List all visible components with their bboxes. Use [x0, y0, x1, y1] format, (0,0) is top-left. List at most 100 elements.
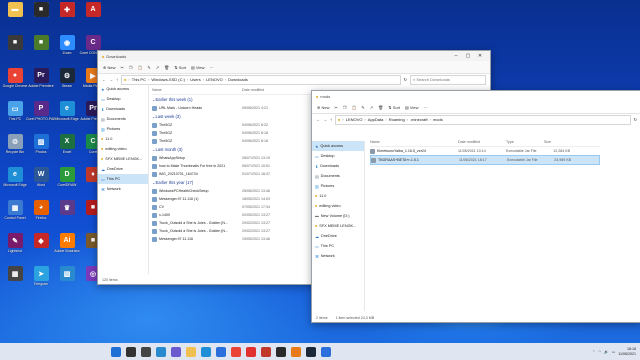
nav-item[interactable]: ★ Quick access [98, 84, 148, 94]
desktop-icon[interactable]: ✚ [52, 2, 82, 32]
chat-icon[interactable] [170, 346, 181, 357]
delete-icon[interactable]: 🗑 [378, 105, 383, 110]
chrome-icon[interactable] [230, 346, 241, 357]
nav-item[interactable]: ▭ Desktop [312, 151, 364, 161]
file-row[interactable]: The5GZ 04/06/2021 6:18 [152, 129, 312, 137]
file-row[interactable]: IMG_20210701_164734 01/07/2021 16:47 [152, 170, 312, 178]
close-icon[interactable]: ✕ [474, 53, 486, 59]
app-icon[interactable] [260, 346, 271, 357]
column-header[interactable]: Name [152, 88, 242, 92]
nav-item[interactable]: ☁ OneDrive [98, 164, 148, 174]
column-header[interactable]: Date modified [458, 140, 506, 144]
battery-icon[interactable]: ▭ [612, 350, 615, 354]
sort-button[interactable]: ⇅ Sort [388, 105, 400, 110]
app2-icon[interactable] [275, 346, 286, 357]
address-bar[interactable]: ■ › LENOVO › AppData › Roaming › .minecraft › mods [335, 114, 631, 125]
file-row[interactable]: Messenger.97.11.116 19/05/2021 13:46 [152, 235, 312, 243]
address-bar[interactable]: ■ › This PC › Windows-SSD (C:) › Users › LENOVO ›… [121, 74, 401, 85]
file-row[interactable]: how to Make Thumbnails For free in 2021 0… [152, 162, 312, 170]
breadcrumb-item[interactable]: mods [433, 117, 443, 122]
nav-item[interactable]: ⬇ Downloads [312, 161, 364, 171]
up-icon[interactable]: ↑ [330, 117, 332, 122]
nav-item[interactable]: ⌘ Network [98, 184, 148, 194]
start-icon[interactable] [110, 346, 121, 357]
volume-icon[interactable]: 🔊 [604, 350, 608, 354]
minimize-icon[interactable]: – [450, 53, 462, 59]
chevron-up-icon[interactable]: ⌃ [592, 350, 595, 354]
nav-item[interactable]: ▭ This PC [312, 241, 364, 251]
column-header[interactable]: Type [506, 140, 544, 144]
refresh-icon[interactable]: ↻ [404, 77, 407, 82]
nav-item[interactable]: ▨ Pictures [312, 181, 364, 191]
nav-item[interactable]: ▭ Desktop [98, 94, 148, 104]
nav-item[interactable]: ■ editing video [98, 144, 148, 154]
nav-item[interactable]: ■ 11.0 [312, 191, 364, 201]
file-row[interactable]: TBGRAAS+BETA+r-1.5.1 11/06/2021 18:17 Exec… [370, 155, 600, 165]
breadcrumb-item[interactable]: AppData [368, 117, 384, 122]
nav-item[interactable]: ■ 11.0 [98, 134, 148, 144]
file-row[interactable]: URL Mark - Unicorn Heads 09/06/2021 4:21 [152, 104, 312, 112]
view-button[interactable]: ▤ View [191, 65, 205, 70]
view-button[interactable]: ▤ View [405, 105, 419, 110]
rename-icon[interactable]: ✎ [147, 65, 150, 70]
clock[interactable]: 18:18 11/06/2021 [618, 347, 636, 356]
title-bar[interactable]: ■ mods [312, 91, 640, 101]
file-row[interactable]: Truck_Outsold a She is Jules - Golden [N… [152, 219, 312, 227]
group-header[interactable]: ⌄ Last week (3) [152, 112, 312, 121]
file-row[interactable]: WindowsPCHealthCheckSetup 25/06/2021 13:4… [152, 187, 312, 195]
file-row[interactable]: Messenger.97.11.116 (1) 18/05/2021 14:03 [152, 195, 312, 203]
share-icon[interactable]: ↗ [370, 105, 373, 110]
column-header[interactable]: Size [544, 140, 570, 144]
file-row[interactable]: KimetsunoYaiba_1.16.5_ver24 11/05/2021 10… [370, 147, 600, 155]
search-input[interactable]: ⌕ Search Downloads [410, 74, 486, 85]
file-row[interactable]: CV 07/05/2021 17:34 [152, 203, 312, 211]
search-icon[interactable] [125, 346, 136, 357]
nav-item[interactable]: ▤ Documents [312, 171, 364, 181]
nav-item[interactable]: ■ editing video [312, 201, 364, 211]
desktop-icon[interactable]: A [78, 2, 108, 32]
paste-icon[interactable]: 📋 [351, 105, 356, 110]
refresh-icon[interactable]: ↻ [634, 117, 637, 122]
sort-button[interactable]: ⇅ Sort [174, 65, 186, 70]
mods-window[interactable]: ■ mods ⊕ New ✂ ❐ 📋 ✎ ↗ 🗑 ⇅ Sort ▤ View ·… [311, 90, 640, 323]
nav-item[interactable]: ★ Quick access [312, 141, 364, 151]
breadcrumb-item[interactable]: LENOVO [346, 117, 363, 122]
breadcrumb-item[interactable]: Windows-SSD (C:) [151, 77, 185, 82]
copy-icon[interactable]: ❐ [343, 105, 347, 110]
breadcrumb-item[interactable]: This PC [132, 77, 146, 82]
new-button[interactable]: ⊕ New [103, 65, 115, 70]
paste-icon[interactable]: 📋 [137, 65, 142, 70]
group-header[interactable]: ⌄ Earlier this year (17) [152, 178, 312, 187]
back-icon[interactable]: ← [102, 77, 106, 82]
widgets-icon[interactable] [155, 346, 166, 357]
app5-icon[interactable] [320, 346, 331, 357]
nav-item[interactable]: ⌘ Network [312, 251, 364, 261]
app4-icon[interactable] [305, 346, 316, 357]
nav-item[interactable]: ▤ Documents [98, 114, 148, 124]
column-header[interactable]: Date modified [242, 88, 302, 92]
nav-item[interactable]: ☁ OneDrive [312, 231, 364, 241]
group-header[interactable]: ⌄ Earlier this week (1) [152, 95, 312, 104]
edge-icon[interactable] [200, 346, 211, 357]
file-row[interactable]: The5GZ 04/06/2021 6:16 [152, 137, 312, 145]
copy-icon[interactable]: ❐ [129, 65, 133, 70]
maximize-icon[interactable]: ▢ [462, 53, 474, 59]
nav-item[interactable]: ■ SFX MEME LENGK... [98, 154, 148, 164]
cut-icon[interactable]: ✂ [120, 65, 123, 70]
nav-item[interactable]: ⬇ Downloads [98, 104, 148, 114]
nav-item[interactable]: ▬ New Volume (D:) [312, 211, 364, 221]
breadcrumb-item[interactable]: .minecraft [410, 117, 428, 122]
nav-item[interactable]: ▨ Pictures [98, 124, 148, 134]
breadcrumb-item[interactable]: Roaming [389, 117, 405, 122]
nav-item[interactable]: ■ SFX MEME LENGK... [312, 221, 364, 231]
breadcrumb-item[interactable]: Downloads [228, 77, 248, 82]
up-icon[interactable]: ↑ [116, 77, 118, 82]
explorer-icon[interactable] [185, 346, 196, 357]
title-bar[interactable]: ■ Downloads – ▢ ✕ [98, 51, 490, 61]
mail-icon[interactable] [245, 346, 256, 357]
file-row[interactable]: The5GZ 04/06/2021 6:22 [152, 121, 312, 129]
breadcrumb-item[interactable]: LENOVO [206, 77, 223, 82]
nav-item[interactable]: ▭ This PC [98, 174, 148, 184]
more-icon[interactable]: ··· [210, 65, 214, 70]
share-icon[interactable]: ↗ [156, 65, 159, 70]
